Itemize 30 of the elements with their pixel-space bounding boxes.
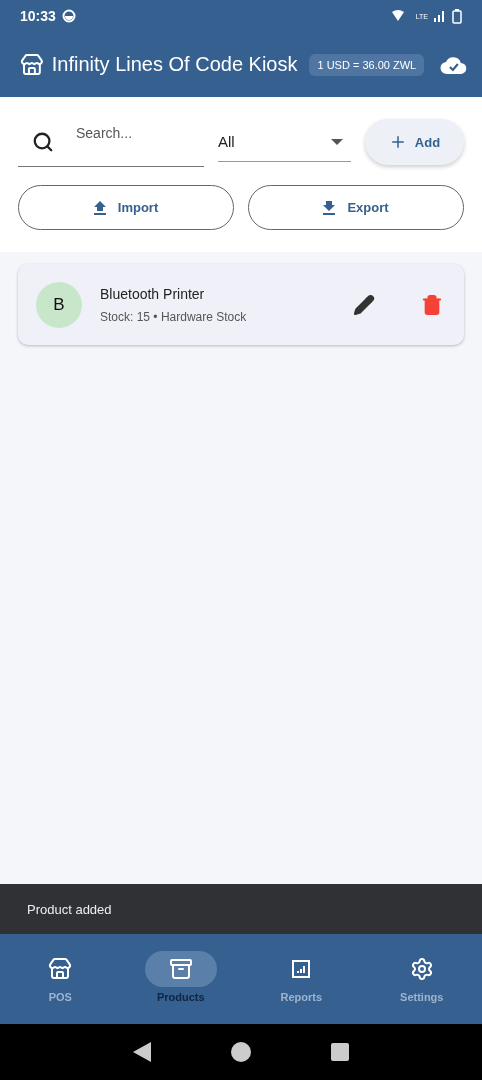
product-avatar: B — [36, 281, 82, 328]
alarm-icon — [61, 9, 76, 23]
export-button[interactable]: Export — [248, 185, 464, 230]
import-button[interactable]: Import — [18, 185, 234, 230]
battery-icon — [452, 8, 462, 24]
nav-tab[interactable]: Settings — [361, 934, 482, 1024]
settings-icon — [409, 957, 434, 981]
status-time: 10:33 — [20, 8, 56, 24]
snackbar-message: Product added — [27, 901, 112, 917]
download-icon — [323, 200, 336, 215]
product-details: Stock: 15 • Hardware Stock — [100, 309, 248, 324]
back-icon[interactable] — [133, 1042, 151, 1062]
store-icon — [20, 52, 44, 77]
search-field[interactable]: Search... — [18, 117, 204, 167]
nav-tab[interactable]: POS — [0, 934, 121, 1024]
add-button[interactable]: Add — [365, 119, 464, 165]
product-name: Bluetooth Printer — [100, 285, 206, 302]
signal-icon — [434, 10, 446, 22]
store-icon — [48, 957, 73, 981]
product-card[interactable]: B Bluetooth Printer Stock: 15 • Hardware Stock — [18, 264, 464, 345]
archive-icon — [168, 957, 193, 981]
upload-icon — [93, 200, 106, 215]
dropdown-arrow-icon — [331, 138, 343, 145]
search-icon — [32, 131, 54, 153]
nav-tab[interactable]: Reports — [241, 934, 362, 1024]
cloud-check-icon[interactable] — [440, 54, 468, 75]
home-icon[interactable] — [231, 1042, 251, 1062]
category-dropdown[interactable]: All — [218, 122, 351, 162]
exchange-rate-badge: 1 USD = 36.00 ZWL — [309, 53, 425, 76]
app-title: Infinity Lines Of Code Kiosk — [51, 53, 298, 76]
